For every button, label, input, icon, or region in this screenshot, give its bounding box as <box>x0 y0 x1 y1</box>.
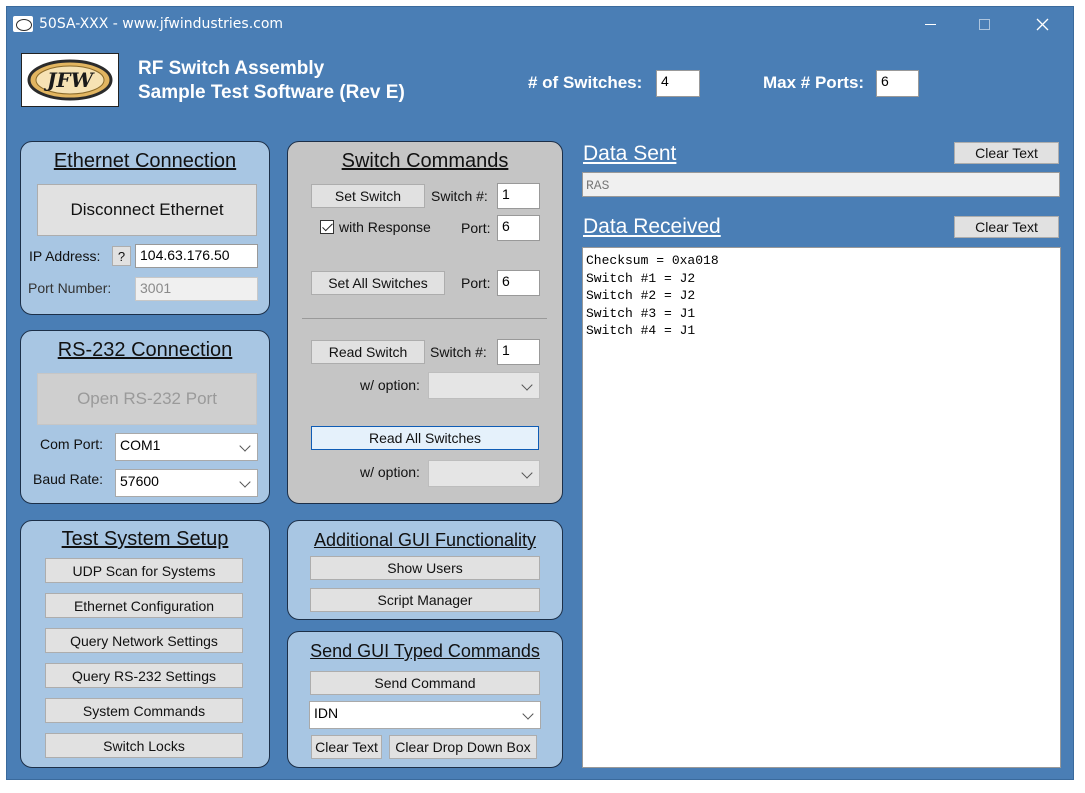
read-switch-option-select[interactable] <box>428 372 540 399</box>
set-all-port-label: Port: <box>461 275 491 291</box>
chevron-down-icon <box>521 467 533 479</box>
port-number-input[interactable]: 3001 <box>135 277 258 301</box>
ip-help-button[interactable]: ? <box>112 246 131 266</box>
set-all-switches-button[interactable]: Set All Switches <box>311 271 445 295</box>
close-button[interactable] <box>1019 7 1065 41</box>
baud-rate-select[interactable]: 57600 <box>115 469 258 497</box>
read-option-label: w/ option: <box>360 377 420 393</box>
max-ports-input[interactable]: 6 <box>876 70 919 97</box>
disconnect-ethernet-button[interactable]: Disconnect Ethernet <box>37 184 257 236</box>
ip-address-input[interactable]: 104.63.176.50 <box>135 244 258 268</box>
with-response-checkbox[interactable] <box>320 220 334 234</box>
ethernet-panel: Ethernet Connection Disconnect Ethernet … <box>20 141 270 315</box>
show-users-button[interactable]: Show Users <box>310 556 540 580</box>
app-title: RF Switch Assembly <box>138 58 325 79</box>
com-port-label: Com Port: <box>40 436 104 452</box>
rs232-title: RS-232 Connection <box>57 339 233 361</box>
rs232-panel: RS-232 Connection Open RS-232 Port Com P… <box>20 330 270 504</box>
typed-commands-panel: Send GUI Typed Commands Send Command IDN… <box>287 631 563 768</box>
system-commands-button[interactable]: System Commands <box>45 698 243 723</box>
with-response-label: with Response <box>339 219 431 235</box>
num-switches-input[interactable]: 4 <box>656 70 700 97</box>
read-switch-num-label: Switch #: <box>430 344 487 360</box>
chevron-down-icon <box>239 440 251 452</box>
app-window: 50SA-XXX - www.jfwindustries.com JFW RF … <box>6 6 1074 780</box>
set-all-port-input[interactable]: 6 <box>497 270 540 296</box>
ip-address-label: IP Address: <box>29 248 101 264</box>
command-combo-box[interactable]: IDN <box>309 701 541 729</box>
query-rs232-button[interactable]: Query RS-232 Settings <box>45 663 243 688</box>
switch-commands-panel: Switch Commands Set Switch Switch #: 1 w… <box>287 141 563 504</box>
read-all-option-select[interactable] <box>428 460 540 487</box>
set-switch-num-label: Switch #: <box>431 188 488 204</box>
typed-commands-title: Send GUI Typed Commands <box>310 641 540 661</box>
command-value: IDN <box>314 705 339 721</box>
udp-scan-button[interactable]: UDP Scan for Systems <box>45 558 243 583</box>
set-port-label: Port: <box>461 220 491 236</box>
query-network-button[interactable]: Query Network Settings <box>45 628 243 653</box>
title-bar[interactable]: 50SA-XXX - www.jfwindustries.com <box>7 7 1073 41</box>
maximize-icon <box>978 18 990 30</box>
open-rs232-button[interactable]: Open RS-232 Port <box>37 373 257 425</box>
minimize-icon <box>924 23 936 25</box>
read-switch-num-input[interactable]: 1 <box>497 339 540 365</box>
data-received-textbox[interactable]: Checksum = 0xa018 Switch #1 = J2 Switch … <box>582 247 1061 768</box>
app-subtitle: Sample Test Software (Rev E) <box>138 82 405 103</box>
app-heading: RF Switch Assembly Sample Test Software … <box>138 57 405 105</box>
baud-rate-label: Baud Rate: <box>33 471 104 487</box>
divider <box>302 318 547 319</box>
set-switch-button[interactable]: Set Switch <box>311 184 425 208</box>
logo-text: JFW <box>43 68 96 92</box>
data-received-clear-button[interactable]: Clear Text <box>954 216 1059 238</box>
baud-rate-value: 57600 <box>120 473 159 489</box>
typed-clear-text-button[interactable]: Clear Text <box>311 735 382 759</box>
clear-dropdown-button[interactable]: Clear Drop Down Box <box>389 735 537 759</box>
chevron-down-icon <box>521 379 533 391</box>
data-sent-textbox[interactable]: RAS <box>582 172 1060 197</box>
read-switch-button[interactable]: Read Switch <box>311 340 425 364</box>
jfw-logo: JFW <box>21 53 119 107</box>
ethernet-title: Ethernet Connection <box>53 150 237 172</box>
set-port-input[interactable]: 6 <box>497 215 540 241</box>
window-title: 50SA-XXX - www.jfwindustries.com <box>39 16 284 32</box>
minimize-button[interactable] <box>907 7 953 41</box>
chevron-down-icon <box>522 708 534 720</box>
data-received-title: Data Received <box>583 215 721 238</box>
switch-locks-button[interactable]: Switch Locks <box>45 733 243 758</box>
set-switch-num-input[interactable]: 1 <box>497 183 540 209</box>
port-number-label: Port Number: <box>28 280 112 296</box>
additional-gui-panel: Additional GUI Functionality Show Users … <box>287 520 563 620</box>
max-ports-label: Max # Ports: <box>763 73 865 92</box>
test-setup-title: Test System Setup <box>61 528 229 550</box>
jfw-logo-icon: JFW <box>27 59 113 101</box>
ethernet-config-button[interactable]: Ethernet Configuration <box>45 593 243 618</box>
switch-commands-title: Switch Commands <box>341 150 509 172</box>
com-port-value: COM1 <box>120 437 161 453</box>
data-sent-clear-button[interactable]: Clear Text <box>954 142 1059 164</box>
chevron-down-icon <box>239 476 251 488</box>
read-all-switches-button[interactable]: Read All Switches <box>311 426 539 450</box>
additional-gui-title: Additional GUI Functionality <box>313 530 537 550</box>
maximize-button[interactable] <box>961 7 1007 41</box>
test-setup-panel: Test System Setup UDP Scan for Systems E… <box>20 520 270 768</box>
read-all-option-label: w/ option: <box>360 464 420 480</box>
app-logo-icon <box>13 16 33 32</box>
send-command-button[interactable]: Send Command <box>310 671 540 695</box>
script-manager-button[interactable]: Script Manager <box>310 588 540 612</box>
num-switches-label: # of Switches: <box>528 73 643 92</box>
data-sent-title: Data Sent <box>583 142 677 165</box>
com-port-select[interactable]: COM1 <box>115 433 258 461</box>
close-icon <box>1036 18 1048 30</box>
